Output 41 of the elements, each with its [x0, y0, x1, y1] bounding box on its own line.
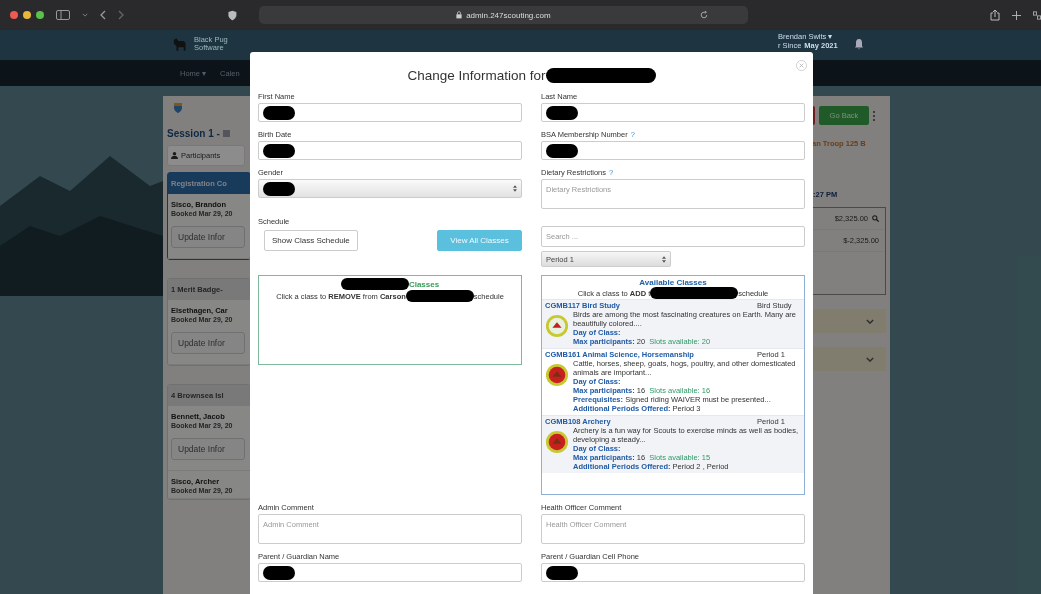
- bell-icon[interactable]: [853, 38, 864, 50]
- tabs-overview-icon[interactable]: [1033, 10, 1041, 20]
- panel-title: Classes: [408, 279, 440, 289]
- plus-icon[interactable]: [1012, 10, 1021, 20]
- input-field[interactable]: [258, 563, 522, 582]
- merit-badge-icon: [545, 363, 569, 387]
- class-list-item[interactable]: [542, 415, 804, 473]
- person-icon: [171, 152, 178, 159]
- dialog-title: Change Information for: [407, 67, 546, 83]
- up-down-arrows-icon: [662, 255, 666, 263]
- zoom-window-button[interactable]: [36, 11, 44, 19]
- lock-icon: [456, 11, 463, 19]
- merit-badge-icon: [545, 430, 569, 454]
- input-field[interactable]: [258, 103, 522, 122]
- input-field[interactable]: [541, 103, 805, 122]
- scout-emblem-icon: [173, 102, 183, 114]
- session-title: Session 1 -: [167, 128, 220, 139]
- minimize-window-button[interactable]: [23, 11, 31, 19]
- input-field[interactable]: [258, 141, 522, 160]
- up-down-arrows-icon: [513, 185, 517, 192]
- share-icon[interactable]: [990, 9, 1000, 21]
- shield-icon[interactable]: [228, 9, 237, 21]
- update-info-button[interactable]: Update Infor: [171, 438, 245, 460]
- update-info-button[interactable]: Update Infor: [171, 226, 245, 248]
- panel-title: Available Classes: [638, 278, 708, 287]
- schedule-button[interactable]: View All Classes: [437, 230, 522, 251]
- merit-badge-icon: [545, 314, 569, 338]
- close-window-button[interactable]: [10, 11, 18, 19]
- schedule-button[interactable]: Show Class Schedule: [264, 230, 358, 251]
- zoom-in-icon[interactable]: [872, 215, 879, 222]
- chevron-down-icon[interactable]: [82, 13, 88, 17]
- select-field[interactable]: [258, 179, 522, 198]
- back-icon[interactable]: [100, 10, 106, 20]
- address-bar[interactable]: admin.247scouting.com: [258, 6, 748, 24]
- calendar-icon: [222, 130, 230, 137]
- update-info-button[interactable]: Update Infor: [171, 332, 245, 354]
- input-field[interactable]: [541, 141, 805, 160]
- reload-icon[interactable]: [700, 11, 708, 19]
- input-field[interactable]: [541, 563, 805, 582]
- forward-icon[interactable]: [118, 10, 124, 20]
- sidebar-icon[interactable]: [56, 10, 70, 20]
